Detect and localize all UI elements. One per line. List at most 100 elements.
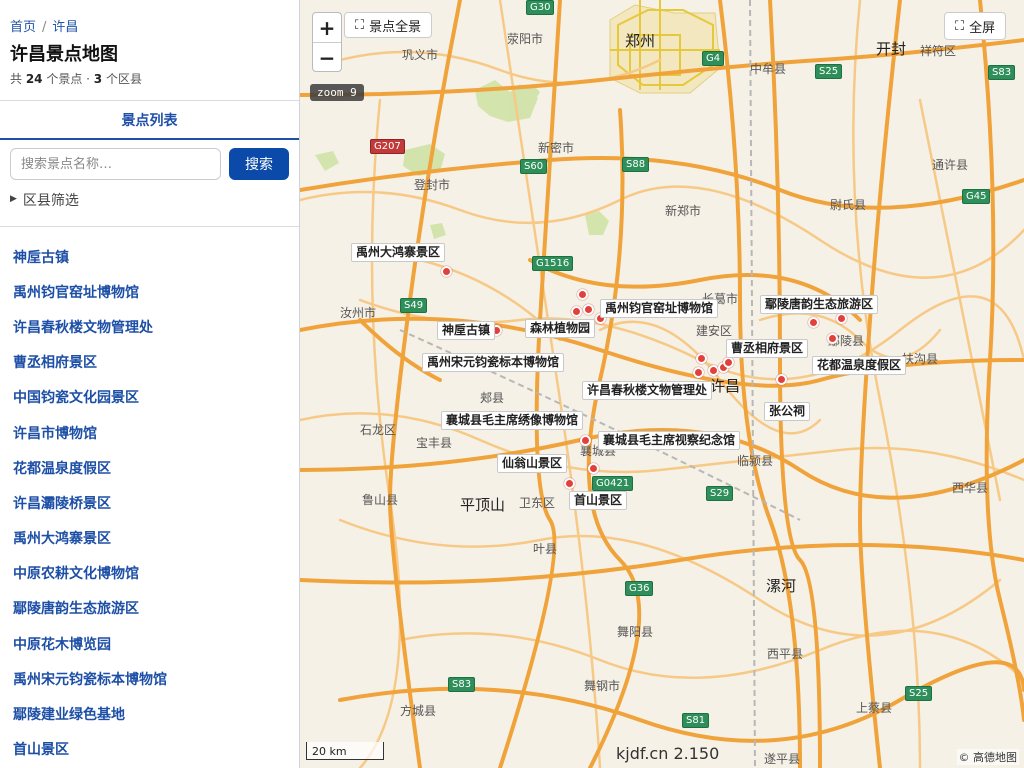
- place-xiangfu: 祥符区: [920, 44, 957, 58]
- spot-marker[interactable]: [696, 353, 707, 364]
- place-gongyi: 巩义市: [402, 48, 439, 62]
- poi-label[interactable]: 张公祠: [764, 402, 811, 421]
- poi-label[interactable]: 神垕古镇: [437, 321, 496, 340]
- scale-bar: 20 km: [306, 742, 384, 760]
- list-item[interactable]: 许昌灞陵桥景区: [0, 485, 299, 520]
- spot-marker[interactable]: [827, 333, 838, 344]
- zoom-in-button[interactable]: +: [313, 13, 341, 42]
- list-item[interactable]: 中原农耕文化博物馆: [0, 556, 299, 591]
- list-item[interactable]: 鄢陵唐韵生态旅游区: [0, 591, 299, 626]
- fullscreen-icon: ⛶: [955, 18, 965, 34]
- spot-list: 神垕古镇 禹州钧官窑址博物馆 许昌春秋楼文物管理处 曹丞相府景区 中国钧瓷文化园…: [0, 226, 299, 767]
- list-item[interactable]: 首山景区: [0, 732, 299, 767]
- zoom-out-button[interactable]: −: [313, 43, 341, 72]
- tab-spot-list[interactable]: 景点列表: [122, 110, 178, 130]
- road-shield: G45: [962, 189, 991, 204]
- poi-label[interactable]: 许昌春秋楼文物管理处: [582, 381, 713, 400]
- sidebar: 首页 / 许昌 许昌景点地图 共 24 个景点 · 3 个区县 景点列表 搜索 ▶ …: [0, 0, 300, 768]
- place-luohe: 漯河: [766, 577, 797, 595]
- spot-count: 24: [25, 72, 43, 86]
- poi-label[interactable]: 森林植物园: [525, 319, 596, 338]
- road-shield: S29: [706, 486, 734, 501]
- place-kaifeng: 开封: [876, 40, 907, 58]
- place-tongxu: 通许县: [932, 158, 969, 172]
- spot-marker[interactable]: [588, 463, 599, 474]
- poi-label[interactable]: 禹州宋元钧瓷标本博物馆: [422, 353, 565, 372]
- road-shield: G4: [702, 51, 725, 66]
- spot-marker[interactable]: [836, 313, 847, 324]
- expand-icon: ⛶: [355, 17, 365, 33]
- poi-label[interactable]: 鄢陵唐韵生态旅游区: [760, 295, 879, 314]
- road-shield: S60: [520, 159, 548, 174]
- list-item[interactable]: 花都温泉度假区: [0, 450, 299, 485]
- poi-label[interactable]: 花都温泉度假区: [812, 356, 907, 375]
- place-fugou: 扶沟县: [902, 352, 939, 366]
- road-shield: S88: [622, 157, 650, 172]
- map-attribution[interactable]: © 高德地图: [956, 749, 1019, 765]
- fullscreen-button[interactable]: ⛶ 全屏: [944, 12, 1007, 40]
- road-shield: S25: [905, 686, 933, 701]
- search-button[interactable]: 搜索: [229, 148, 289, 180]
- list-item[interactable]: 神垕古镇: [0, 239, 299, 274]
- place-shangcai: 上蔡县: [856, 701, 893, 715]
- place-wugang: 舞钢市: [584, 679, 621, 693]
- poi-label[interactable]: 襄城县毛主席绣像博物馆: [441, 411, 584, 430]
- fit-all-button[interactable]: ⛶ 景点全景: [344, 12, 433, 38]
- spot-marker[interactable]: [571, 306, 582, 317]
- summary-mid: 个景点 ·: [42, 72, 94, 86]
- district-filter-toggle[interactable]: ▶ 区县筛选: [0, 182, 299, 222]
- spot-marker[interactable]: [583, 304, 594, 315]
- spot-marker[interactable]: [808, 317, 819, 328]
- place-ruzhou: 汝州市: [340, 306, 377, 320]
- place-suiping: 遂平县: [764, 752, 801, 766]
- road-shield: S83: [448, 677, 476, 692]
- spot-marker[interactable]: [564, 478, 575, 489]
- place-xinzheng: 新郑市: [665, 204, 702, 218]
- road-shield: G1516: [532, 256, 574, 271]
- poi-label[interactable]: 仙翁山景区: [497, 454, 568, 473]
- place-xinmi: 新密市: [538, 141, 575, 155]
- place-fangcheng: 方城县: [400, 704, 437, 718]
- spot-marker[interactable]: [441, 266, 452, 277]
- place-zhengzhou: 郑州: [625, 32, 656, 50]
- road-shield: G0421: [592, 476, 634, 491]
- road-shield: S81: [682, 713, 710, 728]
- road-shield: G36: [625, 581, 654, 596]
- list-item[interactable]: 曹丞相府景区: [0, 345, 299, 380]
- place-pingdingshan: 平顶山: [460, 496, 506, 514]
- place-shilong: 石龙区: [360, 423, 397, 437]
- breadcrumb-home-link[interactable]: 首页: [10, 20, 36, 35]
- spot-marker[interactable]: [580, 435, 591, 446]
- place-dengfeng: 登封市: [414, 178, 451, 192]
- place-linying: 临颍县: [737, 454, 774, 468]
- list-item[interactable]: 禹州钧官窑址博物馆: [0, 274, 299, 309]
- list-item[interactable]: 许昌春秋楼文物管理处: [0, 309, 299, 344]
- poi-label[interactable]: 襄城县毛主席视察纪念馆: [598, 431, 741, 450]
- list-item[interactable]: 中国钧瓷文化园景区: [0, 380, 299, 415]
- zoom-control: + −: [312, 12, 342, 72]
- fullscreen-label: 全屏: [969, 20, 996, 36]
- list-item[interactable]: 许昌市博物馆: [0, 415, 299, 450]
- place-jia: 郏县: [480, 391, 505, 405]
- search-input[interactable]: [10, 148, 221, 180]
- spot-marker[interactable]: [693, 367, 704, 378]
- spot-marker[interactable]: [577, 289, 588, 300]
- list-item[interactable]: 中原花木博览园: [0, 626, 299, 661]
- map-canvas[interactable]: 郑州 开封 许昌 平顶山 漯河 巩义市 荥阳市 中牟县 尉氏县 新密市 登封市 …: [300, 0, 1024, 768]
- poi-label[interactable]: 首山景区: [569, 491, 628, 510]
- road-shield: S83: [988, 65, 1016, 80]
- zoom-level-badge: zoom 9: [310, 84, 364, 101]
- poi-label[interactable]: 曹丞相府景区: [726, 339, 809, 358]
- poi-label[interactable]: 禹州大鸿寨景区: [351, 243, 446, 262]
- list-item[interactable]: 鄢陵建业绿色基地: [0, 696, 299, 731]
- list-item[interactable]: 禹州大鸿寨景区: [0, 521, 299, 556]
- search-row: 搜索: [0, 140, 299, 182]
- district-filter-label: 区县筛选: [22, 193, 79, 209]
- list-item[interactable]: 禹州宋元钧瓷标本博物馆: [0, 661, 299, 696]
- place-zhongmou: 中牟县: [750, 62, 787, 76]
- place-baofeng: 宝丰县: [416, 436, 453, 450]
- spot-marker[interactable]: [723, 357, 734, 368]
- spot-marker[interactable]: [776, 374, 787, 385]
- poi-label[interactable]: 禹州钧官窑址博物馆: [600, 299, 719, 318]
- breadcrumb-current-link[interactable]: 许昌: [52, 20, 78, 35]
